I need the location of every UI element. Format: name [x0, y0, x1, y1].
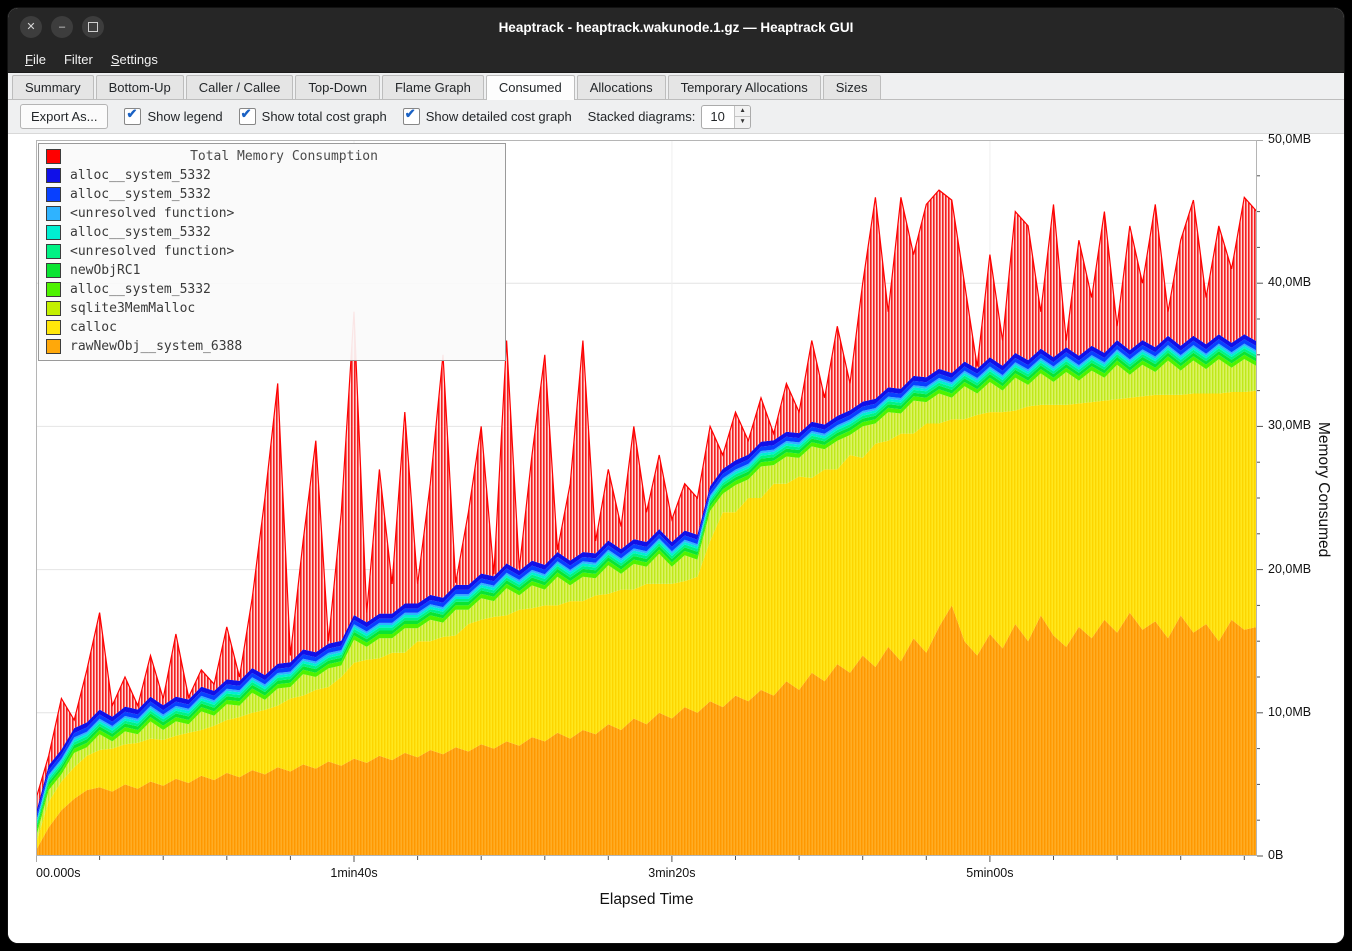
legend-label: alloc__system_5332: [70, 168, 211, 183]
toolbar: Export As... ✔ Show legend ✔ Show total …: [8, 100, 1344, 134]
y-axis-tick-label: 50,0MB: [1268, 132, 1311, 146]
tab-bar: Summary Bottom-Up Caller / Callee Top-Do…: [8, 73, 1344, 100]
minimize-button[interactable]: –: [51, 16, 73, 38]
spinner-down-icon[interactable]: ▼: [735, 117, 749, 128]
legend-item: <unresolved function>: [39, 204, 505, 223]
legend-swatch: [46, 225, 61, 240]
legend-label: newObjRC1: [70, 263, 140, 278]
legend-item: calloc: [39, 318, 505, 337]
maximize-button[interactable]: [82, 16, 104, 38]
legend-item: alloc__system_5332: [39, 223, 505, 242]
tab-bottom-up[interactable]: Bottom-Up: [96, 75, 184, 99]
minimize-icon: –: [59, 22, 65, 33]
legend-label: sqlite3MemMalloc: [70, 301, 195, 316]
tab-temporary-allocations[interactable]: Temporary Allocations: [668, 75, 821, 99]
spinner-up-icon[interactable]: ▲: [735, 106, 749, 118]
close-button[interactable]: ✕: [20, 16, 42, 38]
legend-swatch: [46, 168, 61, 183]
y-axis-tick-label: 40,0MB: [1268, 275, 1311, 289]
show-legend-checkbox[interactable]: ✔ Show legend: [124, 108, 222, 125]
legend-item: alloc__system_5332: [39, 280, 505, 299]
legend-title-row: Total Memory Consumption: [39, 147, 505, 166]
legend-swatch-total: [46, 149, 61, 164]
show-total-cost-label: Show total cost graph: [262, 109, 387, 124]
window-controls: ✕ –: [20, 16, 104, 38]
legend-item: alloc__system_5332: [39, 166, 505, 185]
x-axis-tick-label: 3min20s: [648, 866, 695, 880]
legend-item: rawNewObj__system_6388: [39, 337, 505, 356]
y-axis-tick-label: 10,0MB: [1268, 705, 1311, 719]
show-detailed-cost-label: Show detailed cost graph: [426, 109, 572, 124]
legend-label: calloc: [70, 320, 117, 335]
legend-swatch: [46, 244, 61, 259]
legend-swatch: [46, 282, 61, 297]
stacked-diagrams-spinner[interactable]: 10 ▲ ▼: [701, 105, 750, 129]
legend-label: alloc__system_5332: [70, 187, 211, 202]
show-detailed-cost-checkbox[interactable]: ✔ Show detailed cost graph: [403, 108, 572, 125]
legend-swatch: [46, 301, 61, 316]
legend-label: alloc__system_5332: [70, 225, 211, 240]
y-axis-title: Memory Consumed: [1314, 422, 1332, 557]
export-as-button[interactable]: Export As...: [20, 104, 108, 129]
stacked-diagrams-value[interactable]: 10: [702, 106, 734, 128]
close-icon: ✕: [26, 22, 35, 33]
y-axis-tick-label: 20,0MB: [1268, 562, 1311, 576]
legend-swatch: [46, 320, 61, 335]
legend-swatch: [46, 187, 61, 202]
legend-swatch: [46, 206, 61, 221]
legend-item: sqlite3MemMalloc: [39, 299, 505, 318]
heaptrack-window: ✕ – Heaptrack - heaptrack.wakunode.1.gz …: [8, 8, 1344, 943]
maximize-icon: [88, 22, 98, 32]
legend-label: <unresolved function>: [70, 244, 234, 259]
show-total-cost-checkbox[interactable]: ✔ Show total cost graph: [239, 108, 387, 125]
menu-filter[interactable]: Filter: [55, 49, 102, 70]
chart-legend: Total Memory Consumption alloc__system_53…: [38, 143, 506, 361]
y-axis-tick-label: 30,0MB: [1268, 418, 1311, 432]
window-title: Heaptrack - heaptrack.wakunode.1.gz — He…: [499, 20, 854, 35]
checkbox-icon: ✔: [403, 108, 420, 125]
stacked-diagrams-label: Stacked diagrams:: [588, 109, 696, 124]
tab-caller-callee[interactable]: Caller / Callee: [186, 75, 294, 99]
checkbox-icon: ✔: [124, 108, 141, 125]
menu-file[interactable]: File: [16, 49, 55, 70]
show-legend-label: Show legend: [147, 109, 222, 124]
legend-title: Total Memory Consumption: [70, 149, 498, 164]
x-axis-tick-label: 5min00s: [966, 866, 1013, 880]
legend-item: <unresolved function>: [39, 242, 505, 261]
tab-allocations[interactable]: Allocations: [577, 75, 666, 99]
legend-label: <unresolved function>: [70, 206, 234, 221]
y-axis-tick-label: 0B: [1268, 848, 1283, 862]
menubar: File Filter Settings: [8, 46, 1344, 73]
tab-summary[interactable]: Summary: [12, 75, 94, 99]
legend-label: alloc__system_5332: [70, 282, 211, 297]
menu-settings[interactable]: Settings: [102, 49, 167, 70]
x-axis-title: Elapsed Time: [36, 891, 1257, 909]
tab-consumed[interactable]: Consumed: [486, 75, 575, 100]
tab-top-down[interactable]: Top-Down: [295, 75, 380, 99]
legend-item: alloc__system_5332: [39, 185, 505, 204]
tab-sizes[interactable]: Sizes: [823, 75, 881, 99]
checkbox-icon: ✔: [239, 108, 256, 125]
legend-swatch: [46, 339, 61, 354]
legend-item: newObjRC1: [39, 261, 505, 280]
chart-area: Total Memory Consumption alloc__system_53…: [8, 134, 1344, 943]
legend-swatch: [46, 263, 61, 278]
x-axis-tick-label: 00.000s: [36, 866, 80, 880]
x-axis-tick-label: 1min40s: [330, 866, 377, 880]
titlebar: ✕ – Heaptrack - heaptrack.wakunode.1.gz …: [8, 8, 1344, 46]
legend-label: rawNewObj__system_6388: [70, 339, 242, 354]
tab-flame-graph[interactable]: Flame Graph: [382, 75, 484, 99]
